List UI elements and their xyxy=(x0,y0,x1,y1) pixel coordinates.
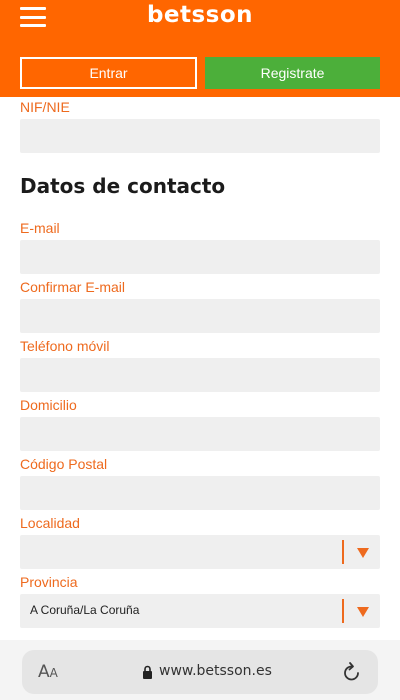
url-text: www.betsson.es xyxy=(159,663,272,679)
locality-label: Localidad xyxy=(20,515,80,531)
province-value: A Coruña/La Coruña xyxy=(30,603,140,617)
register-button[interactable]: Registrate xyxy=(205,57,380,89)
address-input[interactable] xyxy=(20,417,380,451)
betsson-logo[interactable]: betsson xyxy=(0,2,400,28)
dropdown-arrow-icon xyxy=(357,548,369,558)
email-input[interactable] xyxy=(20,240,380,274)
browser-toolbar: AA www.betsson.es xyxy=(0,640,400,700)
confirm-email-input[interactable] xyxy=(20,299,380,333)
postal-code-input[interactable] xyxy=(20,476,380,510)
phone-label: Teléfono móvil xyxy=(20,338,110,354)
province-label: Provincia xyxy=(20,574,78,590)
select-divider xyxy=(342,540,344,564)
address-label: Domicilio xyxy=(20,397,77,413)
phone-input[interactable] xyxy=(20,358,380,392)
nif-label: NIF/NIE xyxy=(20,99,70,115)
reload-icon[interactable] xyxy=(342,661,362,683)
login-button[interactable]: Entrar xyxy=(20,57,197,89)
email-label: E-mail xyxy=(20,220,60,236)
province-select[interactable]: A Coruña/La Coruña xyxy=(20,594,380,628)
lock-icon xyxy=(143,665,152,679)
contact-section-title: Datos de contacto xyxy=(20,174,226,198)
select-divider xyxy=(342,599,344,623)
text-size-button[interactable]: AA xyxy=(38,662,58,682)
locality-select[interactable] xyxy=(20,535,380,569)
postal-code-label: Código Postal xyxy=(20,456,108,472)
address-bar[interactable]: AA www.betsson.es xyxy=(22,650,378,694)
nif-input[interactable] xyxy=(20,119,380,153)
confirm-email-label: Confirmar E-mail xyxy=(20,279,126,295)
site-header: betsson Entrar Registrate xyxy=(0,0,400,97)
dropdown-arrow-icon xyxy=(357,607,369,617)
